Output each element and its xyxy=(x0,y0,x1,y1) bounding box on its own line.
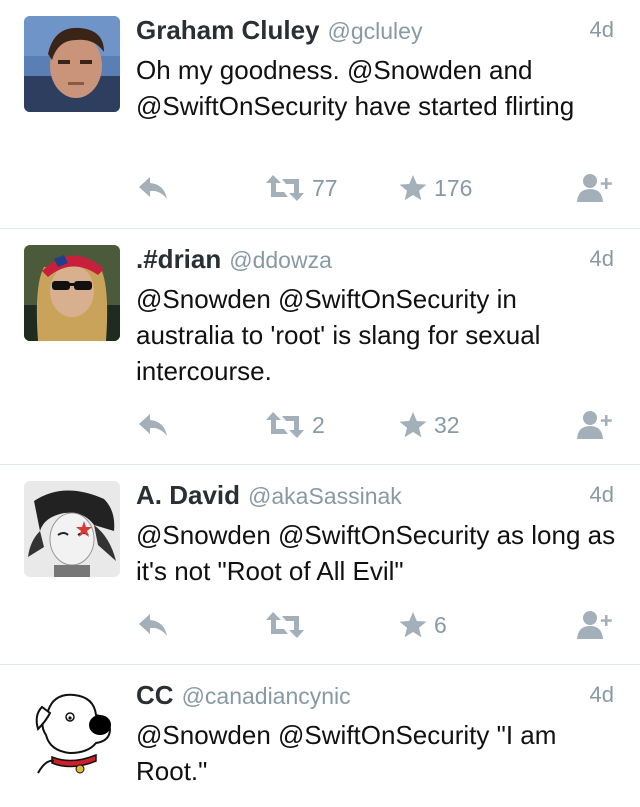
user-handle[interactable]: @ddowza xyxy=(229,247,332,273)
tweet-actions: 77 176 xyxy=(136,168,620,208)
user-handle[interactable]: @akaSassinak xyxy=(248,483,402,509)
retweet-button[interactable]: 77 xyxy=(264,168,338,208)
retweet-count: 77 xyxy=(312,174,338,201)
tweet-header: .#drian @ddowza 4d xyxy=(136,241,614,277)
avatar-graham-image xyxy=(24,16,120,112)
follow-icon xyxy=(577,174,612,202)
reply-button[interactable] xyxy=(136,405,170,445)
display-name[interactable]: CC xyxy=(136,680,174,710)
follow-button[interactable] xyxy=(576,605,614,645)
tweet[interactable]: CC @canadiancynic 4d @Snowden @SwiftOnSec… xyxy=(0,665,640,807)
display-name[interactable]: Graham Cluley xyxy=(136,15,320,45)
avatar[interactable] xyxy=(24,481,120,577)
avatar-cc-image xyxy=(24,681,120,777)
user-handle[interactable]: @gcluley xyxy=(328,18,423,44)
favorite-count: 176 xyxy=(434,174,473,201)
tweet[interactable]: A. David @akaSassinak 4d @Snowden @SwiftO… xyxy=(0,465,640,665)
avatar-david-image xyxy=(24,481,120,577)
star-icon xyxy=(399,412,427,438)
tweet-actions: 6 xyxy=(136,605,620,645)
reply-button[interactable] xyxy=(136,168,170,208)
favorite-button[interactable]: 6 xyxy=(398,605,447,645)
display-name[interactable]: A. David xyxy=(136,480,240,510)
follow-icon xyxy=(577,611,612,639)
follow-button[interactable] xyxy=(576,405,614,445)
avatar[interactable] xyxy=(24,681,120,777)
tweet[interactable]: Graham Cluley @gcluley 4d Oh my goodness.… xyxy=(0,0,640,229)
avatar-drian-image xyxy=(24,245,120,341)
tweet-text: @Snowden @SwiftOnSecurity as long as it'… xyxy=(136,520,616,586)
reply-icon xyxy=(139,414,167,436)
reply-button[interactable] xyxy=(136,605,170,645)
retweet-count: 2 xyxy=(312,411,325,438)
tweet-text: @Snowden @SwiftOnSecurity in australia t… xyxy=(136,284,541,386)
tweet-text: @Snowden @SwiftOnSecurity "I am Root." xyxy=(136,720,557,786)
favorite-button[interactable]: 176 xyxy=(398,168,472,208)
retweet-icon xyxy=(266,612,304,638)
favorite-button[interactable]: 32 xyxy=(398,405,460,445)
timestamp[interactable]: 4d xyxy=(590,677,614,713)
tweet-header: Graham Cluley @gcluley 4d xyxy=(136,12,614,48)
retweet-icon xyxy=(266,175,304,201)
favorite-count: 6 xyxy=(434,611,447,638)
timestamp[interactable]: 4d xyxy=(590,241,614,277)
timestamp[interactable]: 4d xyxy=(590,12,614,48)
retweet-button[interactable]: 2 xyxy=(264,405,325,445)
retweet-button[interactable] xyxy=(264,605,312,645)
star-icon xyxy=(399,175,427,201)
display-name[interactable]: .#drian xyxy=(136,244,221,274)
user-handle[interactable]: @canadiancynic xyxy=(182,683,351,709)
timestamp[interactable]: 4d xyxy=(590,477,614,513)
star-icon xyxy=(399,612,427,638)
follow-button[interactable] xyxy=(576,168,614,208)
tweet-header: CC @canadiancynic 4d xyxy=(136,677,614,713)
reply-icon xyxy=(139,614,167,636)
tweet-header: A. David @akaSassinak 4d xyxy=(136,477,614,513)
reply-icon xyxy=(139,177,167,199)
timeline: Graham Cluley @gcluley 4d Oh my goodness.… xyxy=(0,0,640,807)
favorite-count: 32 xyxy=(434,411,460,438)
avatar[interactable] xyxy=(24,245,120,341)
follow-icon xyxy=(577,411,612,439)
tweet[interactable]: .#drian @ddowza 4d @Snowden @SwiftOnSecur… xyxy=(0,229,640,465)
tweet-text: Oh my goodness. @Snowden and @SwiftOnSec… xyxy=(136,55,575,121)
avatar[interactable] xyxy=(24,16,120,112)
tweet-actions: 2 32 xyxy=(136,405,620,445)
retweet-icon xyxy=(266,412,304,438)
